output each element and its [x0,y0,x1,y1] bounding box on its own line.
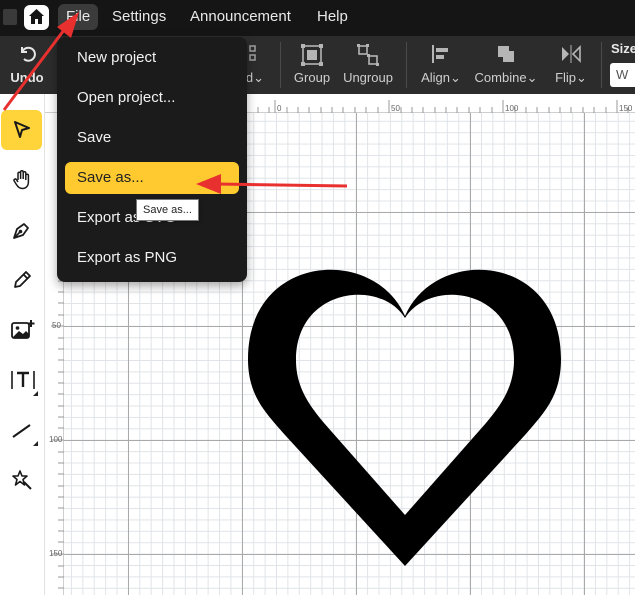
magic-tool-icon [12,470,32,490]
menu-announcement[interactable]: Announcement [190,0,291,33]
group-button[interactable]: Group [288,36,336,94]
undo-label: Undo [10,70,44,85]
submenu-indicator-icon [33,391,38,396]
combine-icon [498,46,514,62]
ungroup-label: Ungroup [343,70,393,85]
combine-button[interactable]: Combine⌄ [472,36,540,94]
align-label: Align⌄ [421,70,461,85]
ruler-label: 150 [619,104,633,113]
ruler-label: 100 [49,435,63,444]
menu-item-open-project[interactable]: Open project... [65,82,239,114]
pen-tool-button[interactable] [1,210,42,250]
flip-label: Flip⌄ [555,70,587,85]
text-tool-icon [11,371,35,389]
ungroup-icon [357,44,379,66]
pencil-tool-icon [14,271,31,288]
line-tool-icon [12,424,31,438]
menu-item-save-as[interactable]: Save as... [65,162,239,194]
text-tool-button[interactable] [1,360,42,400]
width-input[interactable]: W [610,63,635,87]
left-toolbar [0,94,45,595]
combine-label: Combine⌄ [474,70,538,85]
flip-button[interactable]: Flip⌄ [550,36,592,94]
ruler-label: 0 [277,104,282,113]
ruler-label: 50 [391,104,400,113]
select-tool-icon [14,121,30,138]
toolbar-divider [601,42,602,88]
size-label: Size [611,41,635,56]
menu-item-save[interactable]: Save [65,122,239,154]
image-tool-button[interactable] [1,310,42,350]
ruler-label: 100 [505,104,519,113]
hand-tool-icon [13,170,30,190]
menu-item-new-project[interactable]: New project [65,42,239,74]
align-icon [432,45,448,63]
tooltip: Save as... [136,199,199,221]
home-icon [29,9,44,24]
align-button[interactable]: Align⌄ [418,36,464,94]
ruler-label: 50 [52,321,61,330]
file-menu-dropdown: New project Open project... Save Save as… [57,37,247,282]
select-tool-button[interactable] [1,110,42,150]
hand-tool-button[interactable] [1,160,42,200]
pencil-tool-button[interactable] [1,260,42,300]
ruler-label: 150 [49,549,63,558]
menu-file[interactable]: File [58,4,99,30]
menu-settings[interactable]: Settings [112,0,166,33]
menu-help[interactable]: Help [317,0,348,33]
menu-item-export-png[interactable]: Export as PNG [65,242,239,274]
submenu-indicator-icon [33,441,38,446]
toolbar-divider [280,42,281,88]
magic-tool-button[interactable] [1,460,42,500]
ungroup-button[interactable]: Ungroup [340,36,396,94]
group-label: Group [293,70,331,85]
toolbar-divider [406,42,407,88]
image-tool-icon [11,320,35,339]
undo-icon [21,46,36,62]
home-button[interactable] [24,5,49,30]
line-tool-button[interactable] [1,410,42,450]
flip-icon [562,45,581,63]
group-icon [301,44,323,66]
menu-bar: File Settings Announcement Help [0,0,635,36]
app-logo-icon [3,9,17,25]
undo-button[interactable]: Undo [5,36,49,94]
pen-tool-icon [13,223,29,239]
